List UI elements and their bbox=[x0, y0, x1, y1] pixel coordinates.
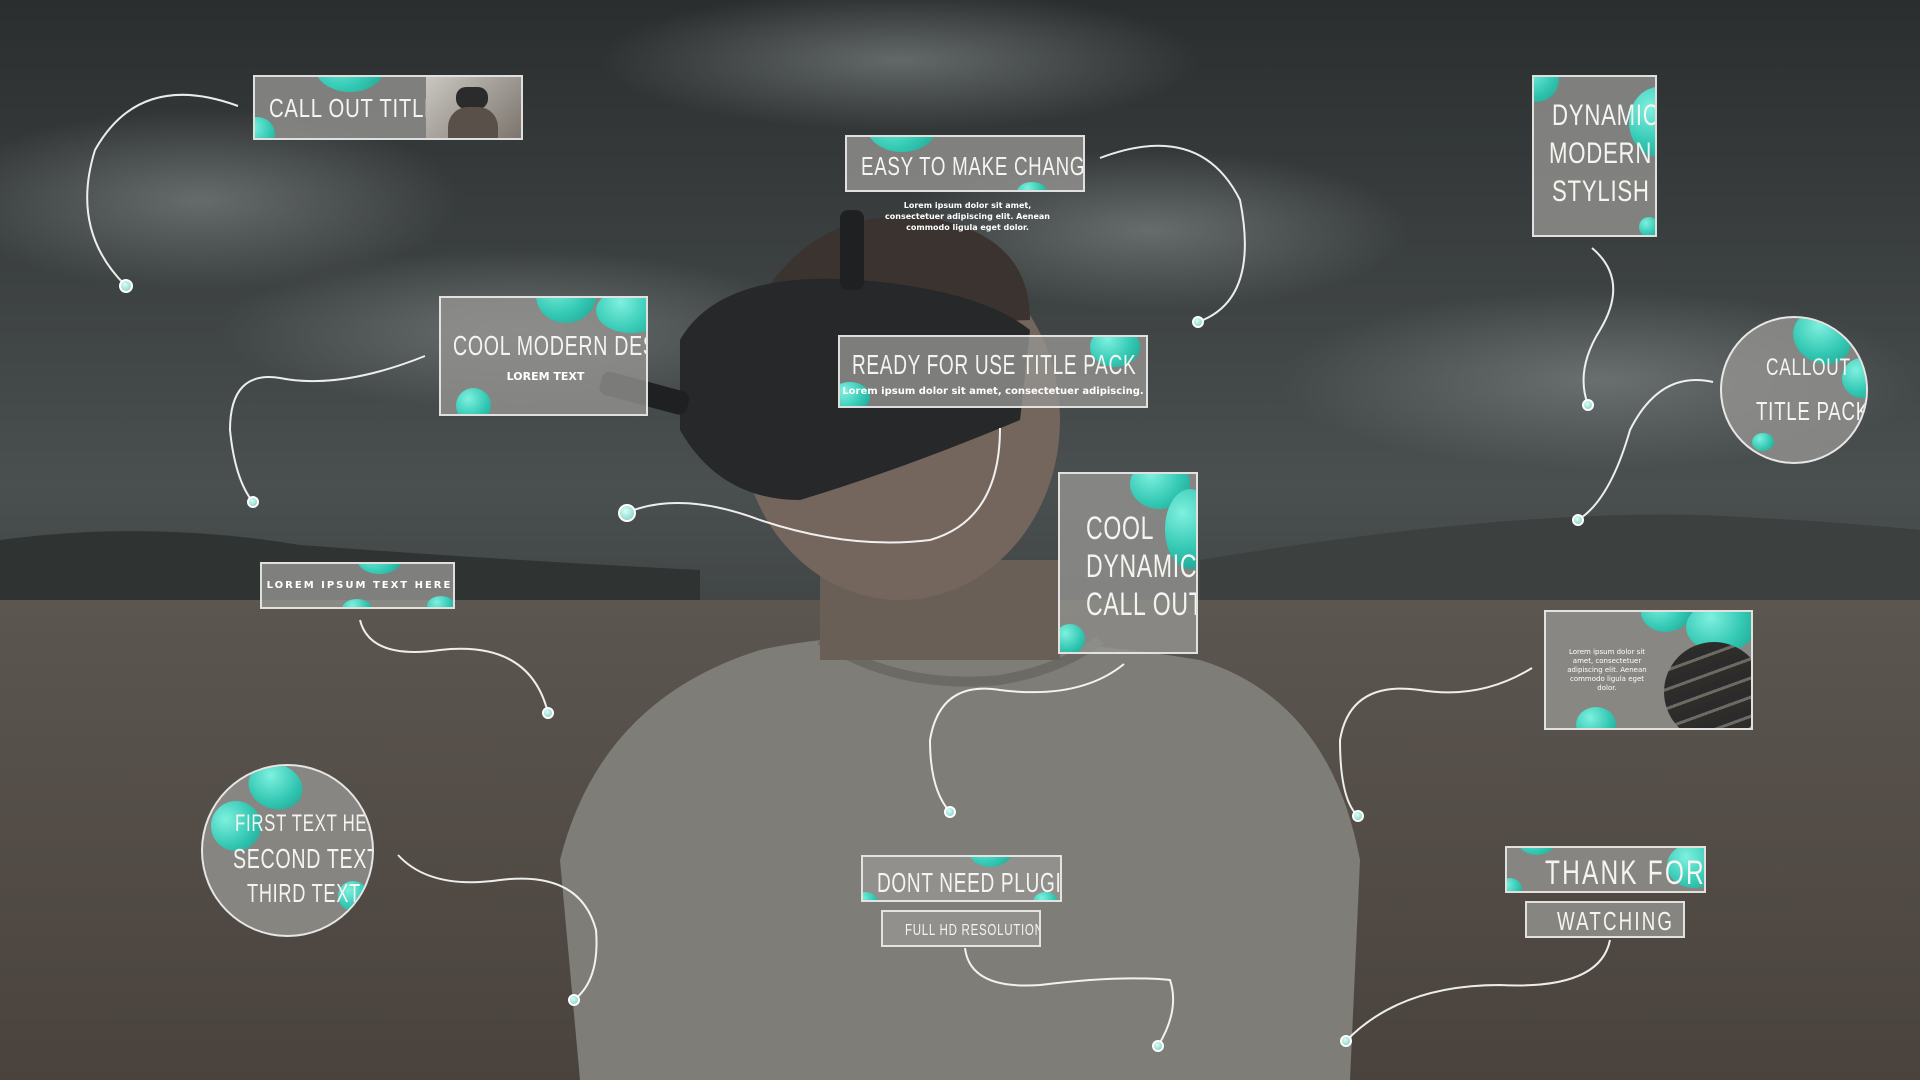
easy-changes-body: Lorem ipsum dolor sit amet, consectetuer… bbox=[885, 201, 1050, 232]
first-circle-line-3: THIRD TEXT bbox=[247, 878, 361, 908]
dynamic-line-2: MODERN bbox=[1549, 137, 1653, 170]
easy-changes-box[interactable]: EASY TO MAKE CHANGES bbox=[845, 135, 1085, 192]
ready-for-use-box[interactable]: READY FOR USE TITLE PACK Lorem ipsum dol… bbox=[838, 335, 1148, 408]
dynamic-line-1: DYNAMIC bbox=[1552, 99, 1657, 132]
connector-dot[interactable] bbox=[1340, 1035, 1352, 1047]
thank-for-text: THANK FOR bbox=[1545, 854, 1706, 892]
accent-bubble bbox=[1017, 182, 1047, 190]
connector-dot[interactable] bbox=[568, 994, 580, 1006]
accent-bubble bbox=[863, 892, 878, 900]
callout-photo bbox=[426, 77, 521, 138]
connector-dot[interactable] bbox=[618, 504, 636, 522]
image-card-body: Lorem ipsum dolor sit amet, consectetuer… bbox=[1567, 648, 1647, 692]
callout-title-text: CALL OUT TITLE bbox=[269, 93, 439, 123]
full-hd-text: FULL HD RESOLUTION bbox=[905, 922, 1041, 939]
connector-dot[interactable] bbox=[247, 496, 259, 508]
callout-pack-line-1: CALLOUT bbox=[1766, 354, 1851, 381]
accent-bubble bbox=[1534, 77, 1559, 102]
cool-dynamic-line-3: CALL OUT bbox=[1086, 586, 1198, 622]
callout-pack-circle[interactable]: CALLOUT TITLE PACK bbox=[1720, 316, 1868, 464]
connector-dot[interactable] bbox=[1582, 399, 1594, 411]
accent-bubble bbox=[427, 596, 453, 607]
watching-box[interactable]: WATCHING bbox=[1525, 901, 1685, 938]
accent-bubble bbox=[596, 298, 646, 333]
first-circle-line-2: SECOND TEXT bbox=[233, 843, 374, 874]
ready-right-text: TITLE PACK bbox=[1022, 349, 1137, 380]
dont-need-plugins-box[interactable]: DONT NEED PLUGINS bbox=[861, 855, 1062, 902]
building-photo bbox=[1664, 642, 1751, 728]
dynamic-modern-box[interactable]: DYNAMIC MODERN STYLISH bbox=[1532, 75, 1657, 237]
accent-bubble bbox=[357, 564, 402, 574]
first-circle-line-1: FIRST TEXT HERE bbox=[235, 810, 372, 837]
accent-bubble bbox=[536, 298, 596, 323]
connector-dot[interactable] bbox=[1192, 316, 1204, 328]
accent-bubble bbox=[1576, 707, 1616, 728]
lorem-text-label: LOREM TEXT bbox=[506, 370, 585, 383]
accent-bubble bbox=[342, 599, 372, 607]
cool-dynamic-box[interactable]: COOL DYNAMIC CALL OUT bbox=[1058, 472, 1198, 654]
callout-title-box[interactable]: CALL OUT TITLE bbox=[253, 75, 523, 140]
thank-for-box[interactable]: THANK FOR bbox=[1505, 846, 1706, 893]
accent-bubble bbox=[456, 388, 491, 414]
ready-left-text: READY FOR USE bbox=[852, 349, 1017, 380]
connector-dot[interactable] bbox=[1152, 1040, 1164, 1052]
lorem-ipsum-bar-text: LOREM IPSUM TEXT HERE bbox=[266, 580, 453, 591]
connector-dot[interactable] bbox=[542, 707, 554, 719]
easy-changes-text: EASY TO MAKE CHANGES bbox=[861, 151, 1085, 181]
connector-dot[interactable] bbox=[119, 279, 133, 293]
watching-text: WATCHING bbox=[1557, 906, 1675, 936]
full-hd-box[interactable]: FULL HD RESOLUTION bbox=[881, 910, 1041, 947]
connector-dot[interactable] bbox=[1352, 810, 1364, 822]
cool-modern-text: COOL MODERN DESIGN bbox=[453, 330, 646, 361]
dont-need-plugins-text: DONT NEED PLUGINS bbox=[877, 867, 1062, 898]
cool-modern-box[interactable]: COOL MODERN DESIGN LOREM TEXT bbox=[439, 296, 648, 416]
accent-bubble bbox=[1507, 878, 1522, 891]
cool-dynamic-line-2: DYNAMIC bbox=[1086, 548, 1198, 584]
connector-dot[interactable] bbox=[944, 806, 956, 818]
dynamic-line-3: STYLISH bbox=[1552, 175, 1650, 208]
callout-pack-line-2: TITLE PACK bbox=[1756, 396, 1868, 426]
first-text-circle[interactable]: FIRST TEXT HERE SECOND TEXT THIRD TEXT bbox=[201, 764, 374, 937]
image-card-box[interactable]: Lorem ipsum dolor sit amet, consectetuer… bbox=[1544, 610, 1753, 730]
accent-bubble bbox=[1639, 217, 1655, 235]
accent-bubble bbox=[1752, 433, 1774, 451]
accent-bubble bbox=[968, 857, 1013, 867]
accent-bubble bbox=[867, 137, 937, 152]
ready-body-text: Lorem ipsum dolor sit amet, consectetuer… bbox=[842, 386, 1144, 397]
accent-bubble bbox=[1060, 624, 1085, 652]
lorem-ipsum-bar[interactable]: LOREM IPSUM TEXT HERE bbox=[260, 562, 455, 609]
connector-dot[interactable] bbox=[1572, 514, 1584, 526]
accent-bubble bbox=[1641, 612, 1691, 632]
accent-bubble bbox=[315, 77, 385, 92]
cool-dynamic-line-1: COOL bbox=[1086, 510, 1155, 546]
